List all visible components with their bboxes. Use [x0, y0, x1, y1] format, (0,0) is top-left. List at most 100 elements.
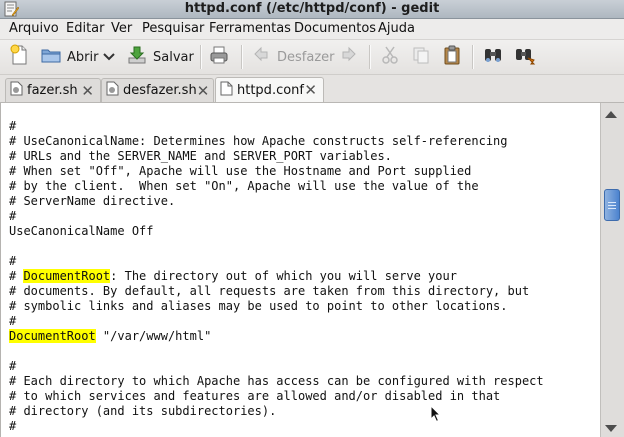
code-line: # Each directory to which Apache has acc…: [9, 374, 544, 389]
chevron-down-icon: [102, 48, 116, 67]
redo-button[interactable]: [338, 44, 358, 70]
save-download-icon: [126, 44, 148, 70]
code-text: # ServerName directive.: [9, 194, 176, 208]
tab-httpd-conf[interactable]: httpd.conf ✕: [215, 77, 324, 102]
new-document-icon: [8, 44, 30, 70]
code-line: # DocumentRoot: The directory out of whi…: [9, 269, 544, 284]
mouse-pointer-icon: [430, 404, 442, 427]
code-line: # When set "Off", Apache will use the Ho…: [9, 164, 544, 179]
code-text: # directory (and its subdirectories).: [9, 404, 277, 418]
redo-icon: [338, 45, 358, 69]
window-titlebar[interactable]: httpd.conf (/etc/httpd/conf) - gedit: [0, 0, 624, 19]
code-line: #: [9, 314, 544, 329]
tab-desfazer-sh[interactable]: desfazer.sh ✕: [101, 78, 214, 102]
code-text: #: [9, 119, 17, 133]
printer-icon: [208, 44, 230, 70]
close-icon[interactable]: ✕: [81, 83, 94, 98]
menu-ver[interactable]: Ver: [111, 19, 132, 39]
code-line: #: [9, 119, 544, 134]
document-icon: [106, 81, 119, 100]
document-icon: [220, 81, 233, 100]
copy-icon: [411, 45, 431, 69]
code-text: # URLs and the SERVER_NAME and SERVER_PO…: [9, 149, 392, 163]
menu-arquivo[interactable]: Arquivo: [9, 19, 59, 39]
toolbar: Abrir Salvar Desfazer: [0, 40, 624, 75]
tab-label: desfazer.sh: [123, 83, 197, 98]
toolbar-separator: [472, 45, 474, 69]
menu-editar[interactable]: Editar: [66, 19, 105, 39]
code-line: # symbolic links and aliases may be used…: [9, 299, 544, 314]
binoculars-icon: [482, 44, 504, 70]
open-button[interactable]: Abrir: [40, 44, 98, 70]
menu-ajuda[interactable]: Ajuda: [378, 19, 415, 39]
code-text: UseCanonicalName Off: [9, 224, 154, 238]
vertical-scrollbar[interactable]: [600, 103, 624, 437]
new-button[interactable]: [8, 44, 30, 70]
window-title: httpd.conf (/etc/httpd/conf) - gedit: [184, 1, 440, 16]
code-line: #: [9, 209, 544, 224]
cut-button[interactable]: [380, 44, 400, 70]
grip-line: [608, 202, 616, 203]
code-line: # URLs and the SERVER_NAME and SERVER_PO…: [9, 149, 544, 164]
code-line: # UseCanonicalName: Determines how Apach…: [9, 134, 544, 149]
code-text: # documents. By default, all requests ar…: [9, 284, 530, 298]
menu-ferramentas[interactable]: Ferramentas: [209, 19, 291, 39]
code-text: # When set "Off", Apache will use the Ho…: [9, 164, 472, 178]
code-text: # symbolic links and aliases may be used…: [9, 299, 508, 313]
print-button[interactable]: [208, 44, 230, 70]
tab-fazer-sh[interactable]: fazer.sh ✕: [5, 78, 101, 102]
scroll-down-arrow-icon[interactable]: [605, 425, 617, 432]
code-text: #: [9, 314, 17, 328]
scissors-icon: [380, 45, 400, 69]
open-recent-dropdown[interactable]: [102, 44, 116, 70]
toolbar-separator: [369, 45, 371, 69]
code-line: # directory (and its subdirectories).: [9, 404, 544, 419]
code-line: # by the client. When set "On", Apache w…: [9, 179, 544, 194]
editor-text: # # UseCanonicalName: Determines how Apac…: [9, 119, 544, 434]
find-replace-icon: [514, 44, 536, 70]
tab-label: httpd.conf: [237, 82, 304, 98]
code-text: #: [9, 269, 24, 283]
undo-button[interactable]: Desfazer: [252, 44, 335, 70]
document-tabbar: fazer.sh ✕ desfazer.sh ✕ httpd.conf ✕: [0, 75, 624, 103]
code-text: # to which services and features are all…: [9, 389, 501, 403]
scrollbar-thumb[interactable]: [604, 189, 620, 221]
folder-icon: [40, 44, 62, 70]
save-button[interactable]: Salvar: [126, 44, 194, 70]
menu-pesquisar[interactable]: Pesquisar: [142, 19, 204, 39]
paste-button[interactable]: [441, 44, 463, 70]
code-line: UseCanonicalName Off: [9, 224, 544, 239]
menu-documentos[interactable]: Documentos: [294, 19, 376, 39]
undo-icon: [252, 45, 272, 69]
close-icon[interactable]: ✕: [197, 83, 210, 98]
save-label: Salvar: [153, 49, 194, 65]
code-text: #: [9, 419, 17, 433]
document-icon: [10, 81, 23, 100]
menubar: Arquivo Editar Ver Pesquisar Ferramentas…: [0, 19, 624, 40]
code-text: #: [9, 254, 17, 268]
text-editor[interactable]: # # UseCanonicalName: Determines how Apac…: [0, 103, 600, 437]
code-line: #: [9, 254, 544, 269]
find-button[interactable]: [482, 44, 504, 70]
clipboard-icon: [441, 44, 463, 70]
code-line: DocumentRoot "/var/www/html": [9, 329, 544, 344]
open-label: Abrir: [67, 49, 99, 65]
code-text: #: [9, 359, 17, 373]
toolbar-separator: [241, 45, 243, 69]
find-replace-button[interactable]: [514, 44, 536, 70]
code-text: : The directory out of which you will se…: [110, 269, 457, 283]
code-text: # Each directory to which Apache has acc…: [9, 374, 544, 388]
code-text: # UseCanonicalName: Determines how Apach…: [9, 134, 508, 148]
undo-label: Desfazer: [277, 49, 335, 65]
close-icon[interactable]: ✕: [304, 83, 317, 98]
copy-button[interactable]: [411, 44, 431, 70]
code-text: #: [9, 209, 17, 223]
search-highlight: DocumentRoot: [23, 269, 111, 283]
tab-label: fazer.sh: [27, 83, 78, 98]
search-highlight: DocumentRoot: [9, 329, 96, 343]
code-line: # to which services and features are all…: [9, 389, 544, 404]
code-line: # ServerName directive.: [9, 194, 544, 209]
scroll-up-arrow-icon[interactable]: [605, 111, 617, 118]
